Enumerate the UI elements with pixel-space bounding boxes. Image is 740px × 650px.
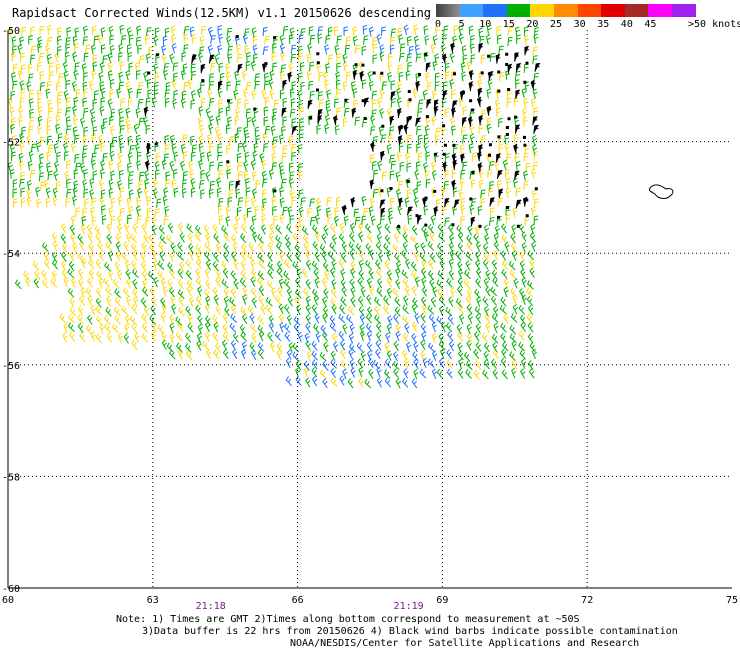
y-tick-label: -60 bbox=[2, 584, 20, 595]
wind-barbs bbox=[161, 24, 455, 389]
wind-barbs-layer bbox=[7, 24, 541, 389]
y-tick-label: -56 bbox=[2, 361, 20, 372]
wind-map: 60 63 66 69 72 75-50-52-54-56-58-60 21:18 21:1… bbox=[2, 24, 738, 612]
map-grid bbox=[8, 30, 732, 588]
y-tick-label: -58 bbox=[2, 472, 20, 483]
x-tick-label: 72 bbox=[581, 595, 593, 606]
wind-barbs bbox=[143, 35, 541, 228]
island-outline-path bbox=[649, 184, 674, 199]
time-label: 21:19 bbox=[394, 601, 424, 612]
y-tick-label: -54 bbox=[2, 249, 20, 260]
island-outline bbox=[649, 184, 674, 199]
x-tick-label: 69 bbox=[436, 595, 448, 606]
y-tick-label: -52 bbox=[2, 138, 20, 149]
x-tick-label: 63 bbox=[147, 595, 159, 606]
note-line-2: 3)Data buffer is 22 hrs from 20150626 4)… bbox=[142, 626, 678, 637]
y-tick-label: -50 bbox=[2, 26, 20, 37]
x-tick-label: 75 bbox=[726, 595, 738, 606]
note-line-1: Note: 1) Times are GMT 2)Times along bot… bbox=[116, 614, 580, 625]
x-tick-label: 66 bbox=[292, 595, 304, 606]
time-label: 21:18 bbox=[196, 601, 226, 612]
time-labels: 21:18 21:19 bbox=[196, 601, 424, 612]
note-line-3: NOAA/NESDIS/Center for Satellite Applica… bbox=[290, 638, 640, 649]
map-frame bbox=[7, 30, 732, 589]
wind-barbs bbox=[7, 24, 539, 389]
x-tick-label: 60 bbox=[2, 595, 14, 606]
